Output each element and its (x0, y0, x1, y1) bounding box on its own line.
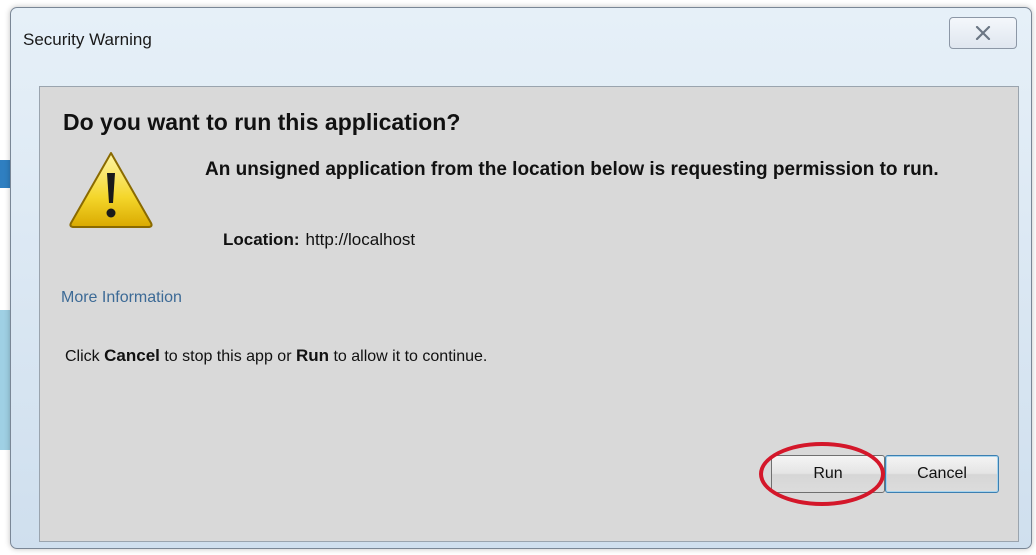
close-button[interactable] (949, 17, 1017, 49)
location-value: http://localhost (305, 230, 416, 249)
location-row: Location: http://localhost (223, 230, 415, 250)
permission-message: An unsigned application from the locatio… (205, 159, 939, 180)
run-button[interactable]: Run (771, 455, 885, 493)
more-information-link[interactable]: More Information (61, 289, 182, 307)
dialog-content: Do you want to run this application? An … (39, 86, 1019, 542)
instruction-run-word: Run (295, 346, 330, 365)
instruction-cancel-word: Cancel (104, 346, 160, 365)
background-app-strip (0, 310, 10, 450)
instruction-prefix: Click (65, 348, 100, 365)
security-warning-window: Security Warning Do you want to run this… (10, 7, 1032, 549)
title-bar[interactable]: Security Warning (11, 8, 1031, 68)
cancel-button[interactable]: Cancel (885, 455, 999, 493)
dialog-heading: Do you want to run this application? (63, 109, 461, 135)
background-app-strip (0, 160, 10, 188)
instruction-middle: to stop this app or (164, 348, 292, 365)
instruction-suffix: to allow it to continue. (333, 348, 488, 365)
location-label: Location: (223, 230, 300, 249)
window-title: Security Warning (23, 30, 152, 49)
warning-icon (69, 152, 153, 228)
close-icon (975, 26, 991, 40)
instruction-text: Click Cancel to stop this app or Run to … (65, 346, 487, 366)
